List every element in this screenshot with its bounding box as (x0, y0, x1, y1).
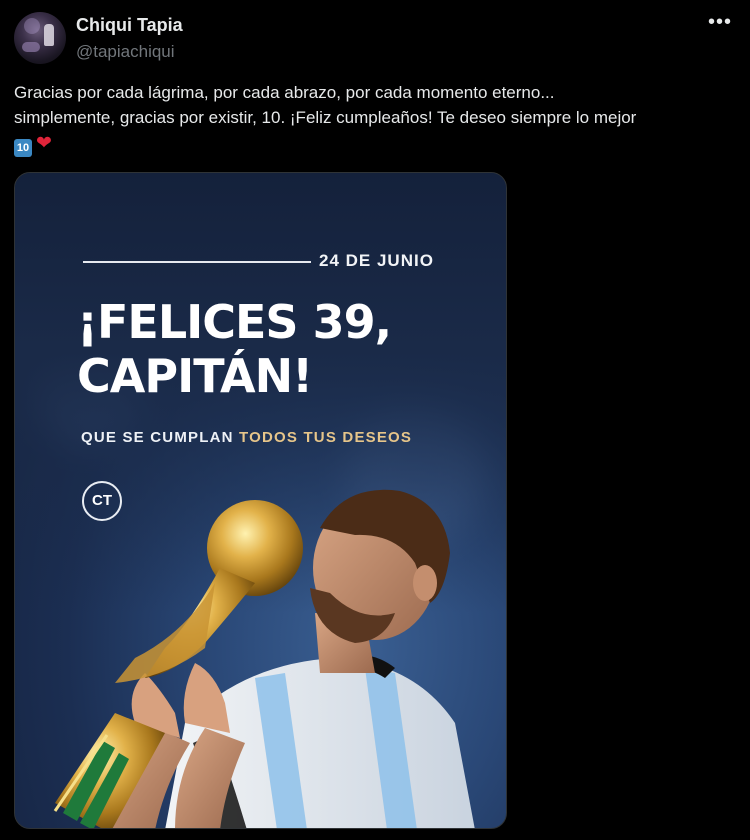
tweet-text-line-2: simplemente, gracias por existir, 10. ¡F… (14, 108, 637, 127)
tweet-emoji-line: 10 ❤ (14, 130, 736, 157)
author-name[interactable]: Chiqui Tapia (76, 15, 183, 36)
tweet-text: Gracias por cada lágrima, por cada abraz… (14, 80, 736, 157)
date-divider (83, 261, 311, 263)
red-heart-icon: ❤ (36, 133, 52, 154)
image-headline: ¡FELICES 39, CAPITÁN! (77, 295, 457, 403)
headline-line-2: CAPITÁN! (77, 349, 313, 403)
image-date: 24 DE JUNIO (319, 251, 434, 270)
subline-gold: TODOS TUS DESEOS (239, 429, 413, 446)
tweet-header: Chiqui Tapia @tapiachiqui ••• (14, 12, 736, 68)
tweet-text-line-1: Gracias por cada lágrima, por cada abraz… (14, 83, 555, 102)
headline-line-1: ¡FELICES 39, (77, 295, 392, 349)
subline-plain: QUE SE CUMPLAN (81, 429, 240, 446)
player-kissing-trophy-illustration (53, 489, 475, 828)
tweet-image[interactable]: 24 DE JUNIO ¡FELICES 39, CAPITÁN! QUE SE… (14, 172, 507, 829)
keycap-ten-icon: 10 (14, 139, 32, 157)
image-subline: QUE SE CUMPLAN TODOS TUS DESEOS (81, 429, 412, 446)
more-horizontal-icon[interactable]: ••• (708, 12, 732, 32)
avatar[interactable] (14, 12, 66, 64)
author-handle[interactable]: @tapiachiqui (76, 42, 175, 62)
